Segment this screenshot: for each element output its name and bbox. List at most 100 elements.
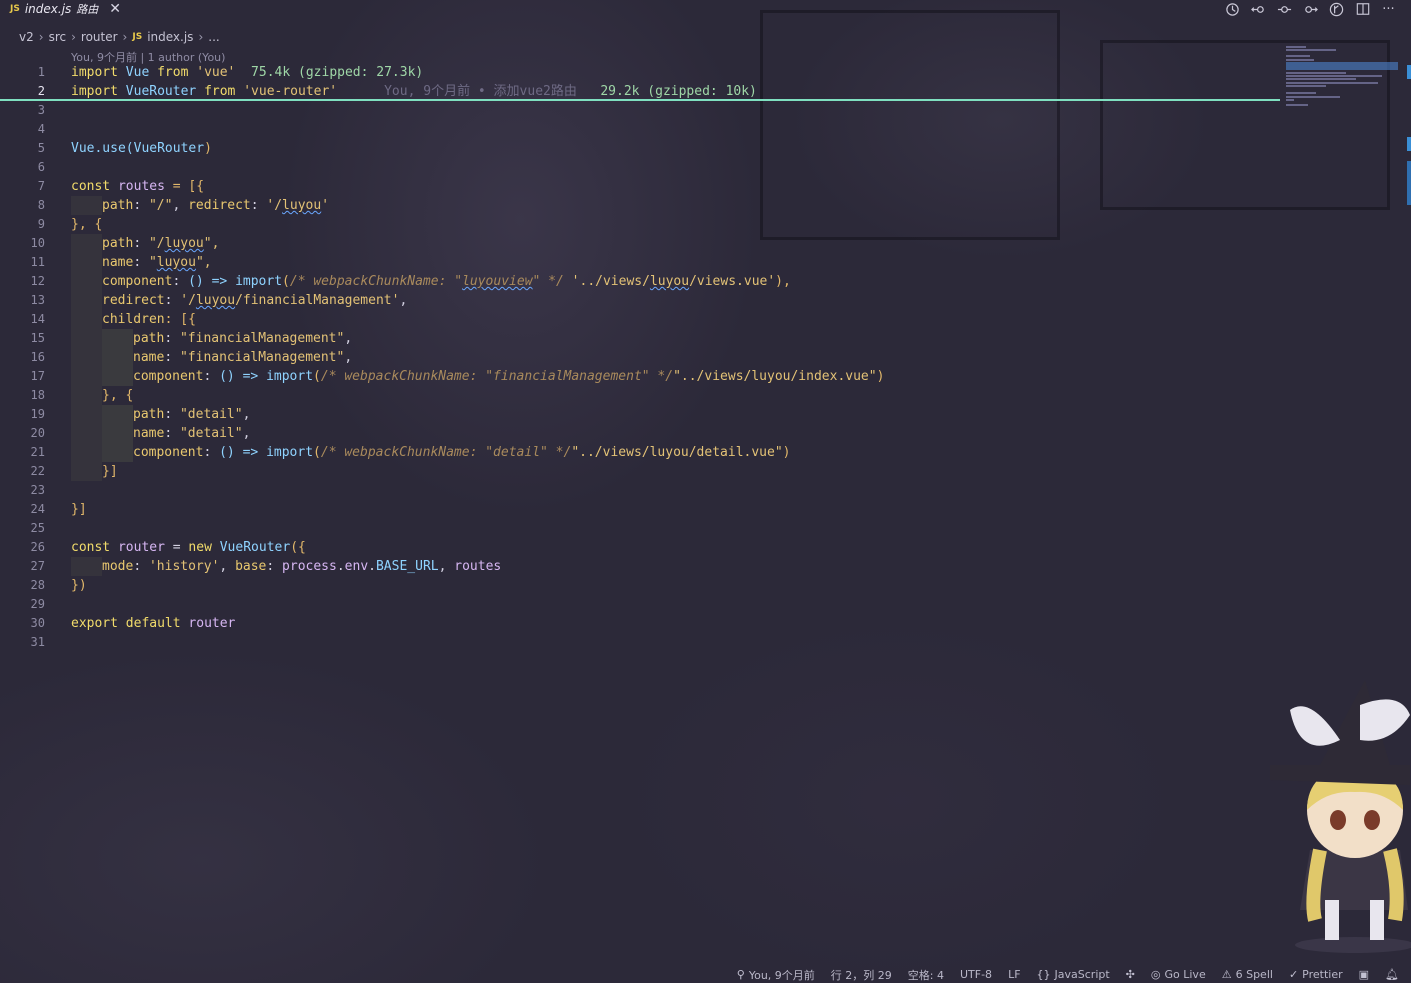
punctuation: ({ — [290, 540, 306, 555]
indent-guide — [71, 367, 102, 386]
check-double-icon: ✓ — [1288, 968, 1299, 981]
property: redirect — [102, 293, 165, 308]
punctuation: }] — [102, 464, 118, 479]
code-line: 11 name: "luyou", — [0, 253, 1285, 272]
breadcrumb-item-symbols[interactable]: ... — [208, 30, 219, 44]
property: component — [102, 274, 173, 289]
chevron-right-icon: › — [38, 30, 44, 44]
tab-index-js[interactable]: JS index.js 路由 ✕ — [10, 0, 121, 18]
method: .use( — [94, 141, 134, 156]
chevron-right-icon: › — [122, 30, 128, 44]
line-number: 30 — [30, 616, 45, 630]
status-language[interactable]: {} JavaScript — [1037, 968, 1110, 981]
property: path — [133, 331, 165, 346]
chevron-right-icon: › — [71, 30, 76, 44]
status-indentation[interactable]: 空格: 4 — [908, 967, 944, 983]
code-line: 1 import Vue from 'vue' 75.4k (gzipped: 2… — [0, 63, 1285, 82]
minimap[interactable] — [1286, 46, 1404, 110]
line-number: 24 — [30, 502, 45, 516]
history-icon[interactable] — [1224, 1, 1241, 18]
identifier: routes — [454, 559, 502, 574]
string: '/ — [180, 293, 196, 308]
code-line: 9}, { — [0, 215, 1285, 234]
punctuation: , — [344, 331, 353, 346]
go-back-icon[interactable] — [1250, 1, 1267, 18]
code-line: 16 name: "financialManagement", — [0, 348, 1285, 367]
punctuation: , — [242, 407, 251, 422]
status-feedback[interactable]: ▣ — [1359, 968, 1369, 981]
line-number: 12 — [30, 274, 45, 288]
js-file-icon: JS — [10, 4, 20, 14]
keyword: new — [188, 540, 212, 555]
line-number: 22 — [30, 464, 45, 478]
string: ' — [321, 198, 330, 213]
comment: /* webpackChunkName: "financialManagemen… — [320, 369, 674, 384]
close-icon[interactable]: ✕ — [109, 1, 121, 17]
status-extension-icon[interactable]: ✣ — [1126, 968, 1135, 981]
git-graph-icon[interactable] — [1328, 1, 1345, 18]
property: component — [133, 369, 204, 384]
indent-guide — [102, 329, 133, 348]
import-cost-hint: 29.2k (gzipped: 10k) — [600, 84, 757, 99]
string: /views.vue' — [689, 274, 776, 289]
arrow-function: () => — [188, 274, 236, 289]
scrollbar[interactable] — [1407, 65, 1411, 205]
keyword: const — [71, 179, 111, 194]
more-actions-icon[interactable]: ··· — [1380, 1, 1397, 18]
code-editor[interactable]: 1 import Vue from 'vue' 75.4k (gzipped: 2… — [0, 63, 1285, 652]
code-line: 8 path: "/", redirect: '/luyou' — [0, 196, 1285, 215]
line-number: 5 — [37, 141, 45, 155]
code-line: 25 — [0, 519, 1285, 538]
punctuation: ) — [204, 141, 212, 156]
go-forward-icon[interactable] — [1302, 1, 1319, 18]
line-number: 29 — [30, 597, 45, 611]
string: "financialManagement" — [179, 331, 345, 346]
tab-description: 路由 — [76, 3, 99, 16]
string: ", — [195, 255, 212, 270]
keyword: import — [71, 65, 118, 80]
code-line: 29 — [0, 595, 1285, 614]
indent-guide — [71, 424, 102, 443]
identifier: router — [117, 540, 165, 555]
punctuation: . — [336, 559, 345, 574]
punctuation: }, { — [71, 217, 103, 232]
punctuation: }) — [71, 578, 87, 593]
status-cursor-position[interactable]: 行 2，列 29 — [831, 967, 892, 983]
warning-icon: ⚠ — [1221, 968, 1232, 981]
indent-guide — [102, 367, 133, 386]
line-number: 23 — [30, 483, 45, 497]
status-git-blame[interactable]: ⚲ You, 9个月前 — [737, 967, 815, 983]
punctuation: , — [438, 559, 455, 574]
line-number: 19 — [30, 407, 45, 421]
indent-guide — [71, 405, 102, 424]
code-line: 14 children: [{ — [0, 310, 1285, 329]
breadcrumb-item-v2[interactable]: v2 — [19, 30, 34, 44]
breadcrumb-item-src[interactable]: src — [49, 30, 67, 44]
indent-guide — [71, 557, 102, 576]
keyword: default — [125, 616, 181, 631]
status-eol[interactable]: LF — [1008, 968, 1020, 981]
keyword: import — [266, 369, 314, 384]
code-line: 7 const routes = [{ — [0, 177, 1285, 196]
status-spell[interactable]: ⚠ 6 Spell — [1222, 968, 1273, 981]
breadcrumb-item-router[interactable]: router — [81, 30, 118, 44]
code-line: 22}] — [0, 462, 1285, 481]
property: path — [133, 407, 165, 422]
status-prettier[interactable]: ✓ Prettier — [1289, 968, 1343, 981]
breadcrumb-item-file[interactable]: index.js — [147, 30, 193, 44]
indent-guide — [71, 196, 102, 215]
comment: /* webpackChunkName: — [289, 274, 455, 289]
code-line: 23 — [0, 481, 1285, 500]
status-go-live[interactable]: ◎ Go Live — [1151, 968, 1206, 981]
status-notifications[interactable]: 🔔︎ — [1385, 968, 1399, 981]
line-number: 26 — [30, 540, 45, 554]
split-editor-icon[interactable] — [1354, 1, 1371, 18]
commit-icon[interactable] — [1276, 1, 1293, 18]
status-encoding[interactable]: UTF-8 — [960, 968, 992, 981]
punctuation: ) — [782, 445, 791, 460]
string: "financialManagement" — [179, 350, 345, 365]
line-number: 13 — [30, 293, 45, 307]
punctuation: : [{ — [164, 312, 196, 327]
code-line: 30 export default router — [0, 614, 1285, 633]
line-number: 27 — [30, 559, 45, 573]
